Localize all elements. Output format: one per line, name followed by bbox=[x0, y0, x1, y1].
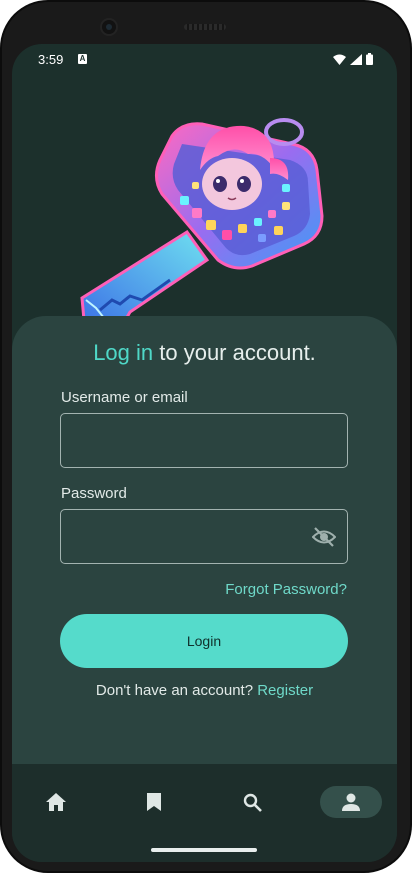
notification-a-icon: A bbox=[78, 54, 87, 64]
username-label: Username or email bbox=[61, 389, 188, 406]
phone-frame: 3:59 A Log in to your account. Username … bbox=[0, 0, 412, 873]
signal-icon bbox=[350, 53, 362, 65]
bookmark-icon bbox=[147, 793, 161, 811]
no-account-text: Don't have an account? bbox=[95, 682, 258, 699]
password-input[interactable] bbox=[61, 510, 347, 563]
login-card: Log in to your account. Username or emai… bbox=[12, 316, 397, 776]
nav-item-bookmarks[interactable] bbox=[123, 786, 185, 818]
front-camera bbox=[100, 18, 118, 36]
forgot-password-link[interactable]: Forgot Password? bbox=[225, 581, 347, 598]
earpiece-speaker bbox=[184, 24, 226, 30]
key-mascot-image bbox=[80, 118, 324, 332]
password-field[interactable] bbox=[60, 509, 348, 564]
eye-off-icon[interactable] bbox=[312, 526, 336, 548]
status-bar: 3:59 A bbox=[12, 44, 397, 74]
login-title: Log in to your account. bbox=[12, 340, 397, 366]
password-label: Password bbox=[61, 485, 127, 502]
home-icon bbox=[46, 793, 66, 811]
login-title-accent: Log in bbox=[93, 340, 154, 365]
register-link[interactable]: Register bbox=[257, 682, 313, 699]
nav-item-search[interactable] bbox=[221, 786, 283, 818]
username-field[interactable] bbox=[60, 413, 348, 468]
search-icon bbox=[243, 793, 262, 812]
login-title-rest: to your account. bbox=[153, 340, 316, 365]
nav-item-account[interactable] bbox=[320, 786, 382, 818]
login-button[interactable]: Login bbox=[60, 614, 348, 668]
person-icon bbox=[342, 793, 360, 811]
hero-illustration bbox=[12, 74, 397, 334]
username-input[interactable] bbox=[61, 414, 347, 467]
app-screen: 3:59 A Log in to your account. Username … bbox=[12, 44, 397, 862]
nav-item-home[interactable] bbox=[25, 786, 87, 818]
status-icons bbox=[333, 53, 373, 65]
register-row: Don't have an account? Register bbox=[12, 682, 397, 699]
battery-icon bbox=[366, 53, 373, 65]
wifi-icon bbox=[333, 54, 346, 65]
status-time: 3:59 bbox=[38, 52, 64, 67]
phone-top-hardware bbox=[0, 14, 412, 38]
gesture-home-indicator[interactable] bbox=[151, 848, 257, 852]
